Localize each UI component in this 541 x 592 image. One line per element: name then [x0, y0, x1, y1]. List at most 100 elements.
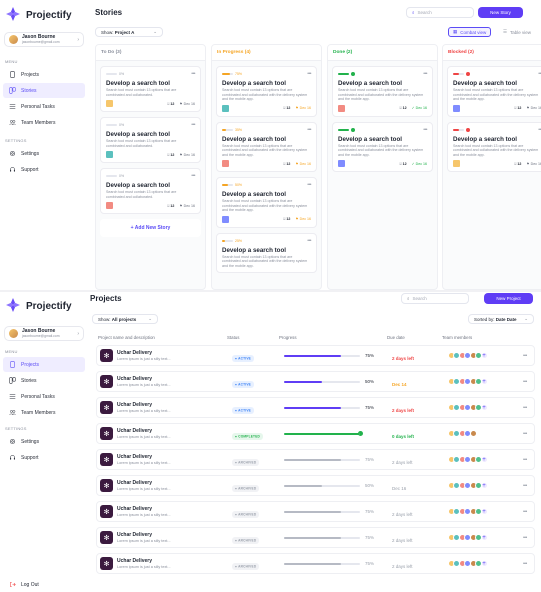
table-row[interactable]: ✻ Uchar Delivery Lorem ipsum is just a s… [96, 371, 535, 392]
new-story-button[interactable]: New Story [478, 7, 523, 18]
due-date: 2 days left [392, 511, 413, 517]
chevron-right-icon: › [77, 330, 79, 337]
story-card[interactable]: ••• Develop a search tool Search tool mu… [332, 66, 433, 117]
show-value: Project A [114, 29, 135, 35]
project-select[interactable]: Show: Project A ⌄ [95, 27, 163, 37]
table-row[interactable]: ✻ Uchar Delivery Lorem ipsum is just a s… [96, 475, 535, 496]
status-text: ARCHIVED [238, 564, 257, 569]
more-options-icon[interactable]: ••• [523, 561, 527, 567]
story-card[interactable]: ••• Develop a search tool Search tool mu… [332, 121, 433, 172]
card-description: Search tool must contain 13 options that… [453, 88, 539, 101]
sidebar-item-team-members[interactable]: Team Members [3, 405, 85, 420]
flag-icon: ⚑ [295, 106, 299, 110]
more-options-icon[interactable]: ••• [523, 353, 527, 359]
more-options-icon[interactable]: ••• [523, 457, 527, 463]
more-options-icon[interactable]: ••• [523, 483, 527, 489]
user-card[interactable]: Jason Bourne jasonbourne@gmail.com › [4, 326, 84, 341]
combat-view-toggle[interactable]: ▦ Combat view [448, 27, 492, 37]
table-row[interactable]: ✻ Uchar Delivery Lorem ipsum is just a s… [96, 397, 535, 418]
app-logo[interactable]: Projectify [0, 0, 88, 29]
projectify-logo-icon [6, 7, 20, 24]
status-text: ACTIVE [238, 356, 251, 361]
story-card[interactable]: 0% ••• Develop a search tool Search tool… [100, 66, 201, 112]
add-member-icon[interactable]: + [480, 508, 488, 515]
check-icon: ✓ [411, 106, 415, 110]
add-member-icon[interactable]: + [480, 560, 488, 567]
add-member-icon[interactable]: + [480, 534, 488, 541]
more-options-icon[interactable]: ••• [523, 535, 527, 541]
sidebar-item-stories[interactable]: Stories [3, 83, 85, 98]
table-view-toggle[interactable]: ☰ Table view [499, 27, 535, 37]
table-row[interactable]: ✻ Uchar Delivery Lorem ipsum is just a s… [96, 553, 535, 574]
more-options-icon[interactable]: ••• [307, 127, 311, 133]
header-due-date: Due date [387, 335, 405, 340]
story-card[interactable]: 25% ••• Develop a search tool Search too… [216, 232, 317, 273]
assignee-avatar [338, 104, 345, 112]
more-options-icon[interactable]: ••• [191, 71, 195, 77]
search-input[interactable]: ⌕ Search [401, 293, 469, 304]
sidebar-item-label: Team Members [21, 119, 56, 126]
due-meta: ⚑ Dec 16 [295, 106, 311, 110]
sidebar-item-settings[interactable]: Settings [3, 434, 85, 449]
sort-select[interactable]: Sorted by: Date Date ⌄ [468, 314, 534, 324]
add-new-story-button[interactable]: + Add New Story [100, 219, 201, 237]
progress-indicator: 0% [106, 72, 124, 76]
more-options-icon[interactable]: ••• [423, 71, 427, 77]
search-input[interactable]: ⌕ Search [406, 7, 474, 18]
story-card[interactable]: 35% ••• Develop a search tool Search too… [216, 121, 317, 172]
settings-heading: SETTINGS [5, 426, 27, 431]
sidebar-item-stories[interactable]: Stories [3, 373, 85, 388]
assignee-avatar [106, 100, 113, 107]
more-options-icon[interactable]: ••• [523, 431, 527, 437]
user-card[interactable]: Jason Bourne jasonbourne@gmail.com › [4, 32, 84, 47]
table-row[interactable]: ✻ Uchar Delivery Lorem ipsum is just a s… [96, 501, 535, 522]
more-options-icon[interactable]: ••• [307, 238, 311, 244]
table-row[interactable]: ✻ Uchar Delivery Lorem ipsum is just a s… [96, 423, 535, 444]
sidebar-item-settings[interactable]: Settings [3, 146, 85, 161]
more-options-icon[interactable]: ••• [523, 509, 527, 515]
sidebar-item-support[interactable]: Support [3, 162, 85, 177]
page-title: Stories [95, 8, 123, 17]
points-icon: ⌸ [399, 106, 402, 110]
story-card[interactable]: ••• Develop a search tool Search tool mu… [447, 66, 541, 117]
add-member-icon[interactable]: + [480, 456, 488, 463]
table-row[interactable]: ✻ Uchar Delivery Lorem ipsum is just a s… [96, 527, 535, 548]
sidebar-item-personal-tasks[interactable]: Personal Tasks [3, 389, 85, 404]
more-options-icon[interactable]: ••• [191, 173, 195, 179]
story-card[interactable]: 0% ••• Develop a search tool Search tool… [100, 117, 201, 163]
assignee-avatar [106, 151, 113, 158]
table-row[interactable]: ✻ Uchar Delivery Lorem ipsum is just a s… [96, 345, 535, 366]
more-options-icon[interactable]: ••• [523, 379, 527, 385]
points-meta: ⌸ 12 [399, 106, 406, 110]
more-options-icon[interactable]: ••• [523, 405, 527, 411]
sidebar-item-projects[interactable]: Projects [3, 67, 85, 82]
story-card[interactable]: ••• Develop a search tool Search tool mu… [447, 121, 541, 172]
team-members: + [447, 404, 519, 411]
story-card[interactable]: 0% ••• Develop a search tool Search tool… [100, 168, 201, 214]
column-title: In Progress (4) [212, 45, 321, 61]
more-options-icon[interactable]: ••• [191, 122, 195, 128]
add-member-icon[interactable]: + [480, 352, 488, 359]
progress-bar [222, 73, 233, 75]
sidebar-item-team-members[interactable]: Team Members [3, 115, 85, 130]
project-logo-icon: ✻ [100, 349, 113, 362]
new-project-button[interactable]: New Project [484, 293, 533, 304]
story-card[interactable]: 50% ••• Develop a search tool Search too… [216, 177, 317, 228]
sidebar-item-label: Settings [21, 438, 40, 445]
add-member-icon[interactable]: + [480, 378, 488, 385]
story-column: In Progress (4) 75% ••• Develop a search… [211, 44, 322, 290]
more-options-icon[interactable]: ••• [423, 127, 427, 133]
add-member-icon[interactable]: + [480, 482, 488, 489]
table-row[interactable]: ✻ Uchar Delivery Lorem ipsum is just a s… [96, 449, 535, 470]
app-logo[interactable]: Projectify [0, 292, 88, 319]
project-logo-icon: ✻ [100, 531, 113, 544]
more-options-icon[interactable]: ••• [307, 182, 311, 188]
sidebar-item-projects[interactable]: Projects [3, 357, 85, 372]
more-options-icon[interactable]: ••• [307, 71, 311, 77]
story-card[interactable]: 75% ••• Develop a search tool Search too… [216, 66, 317, 117]
sidebar-item-support[interactable]: Support [3, 450, 85, 465]
team-members: + [447, 378, 519, 385]
sidebar-item-personal-tasks[interactable]: Personal Tasks [3, 99, 85, 114]
add-member-icon[interactable]: + [480, 404, 488, 411]
project-filter-select[interactable]: Show: All projects ⌄ [92, 314, 158, 324]
